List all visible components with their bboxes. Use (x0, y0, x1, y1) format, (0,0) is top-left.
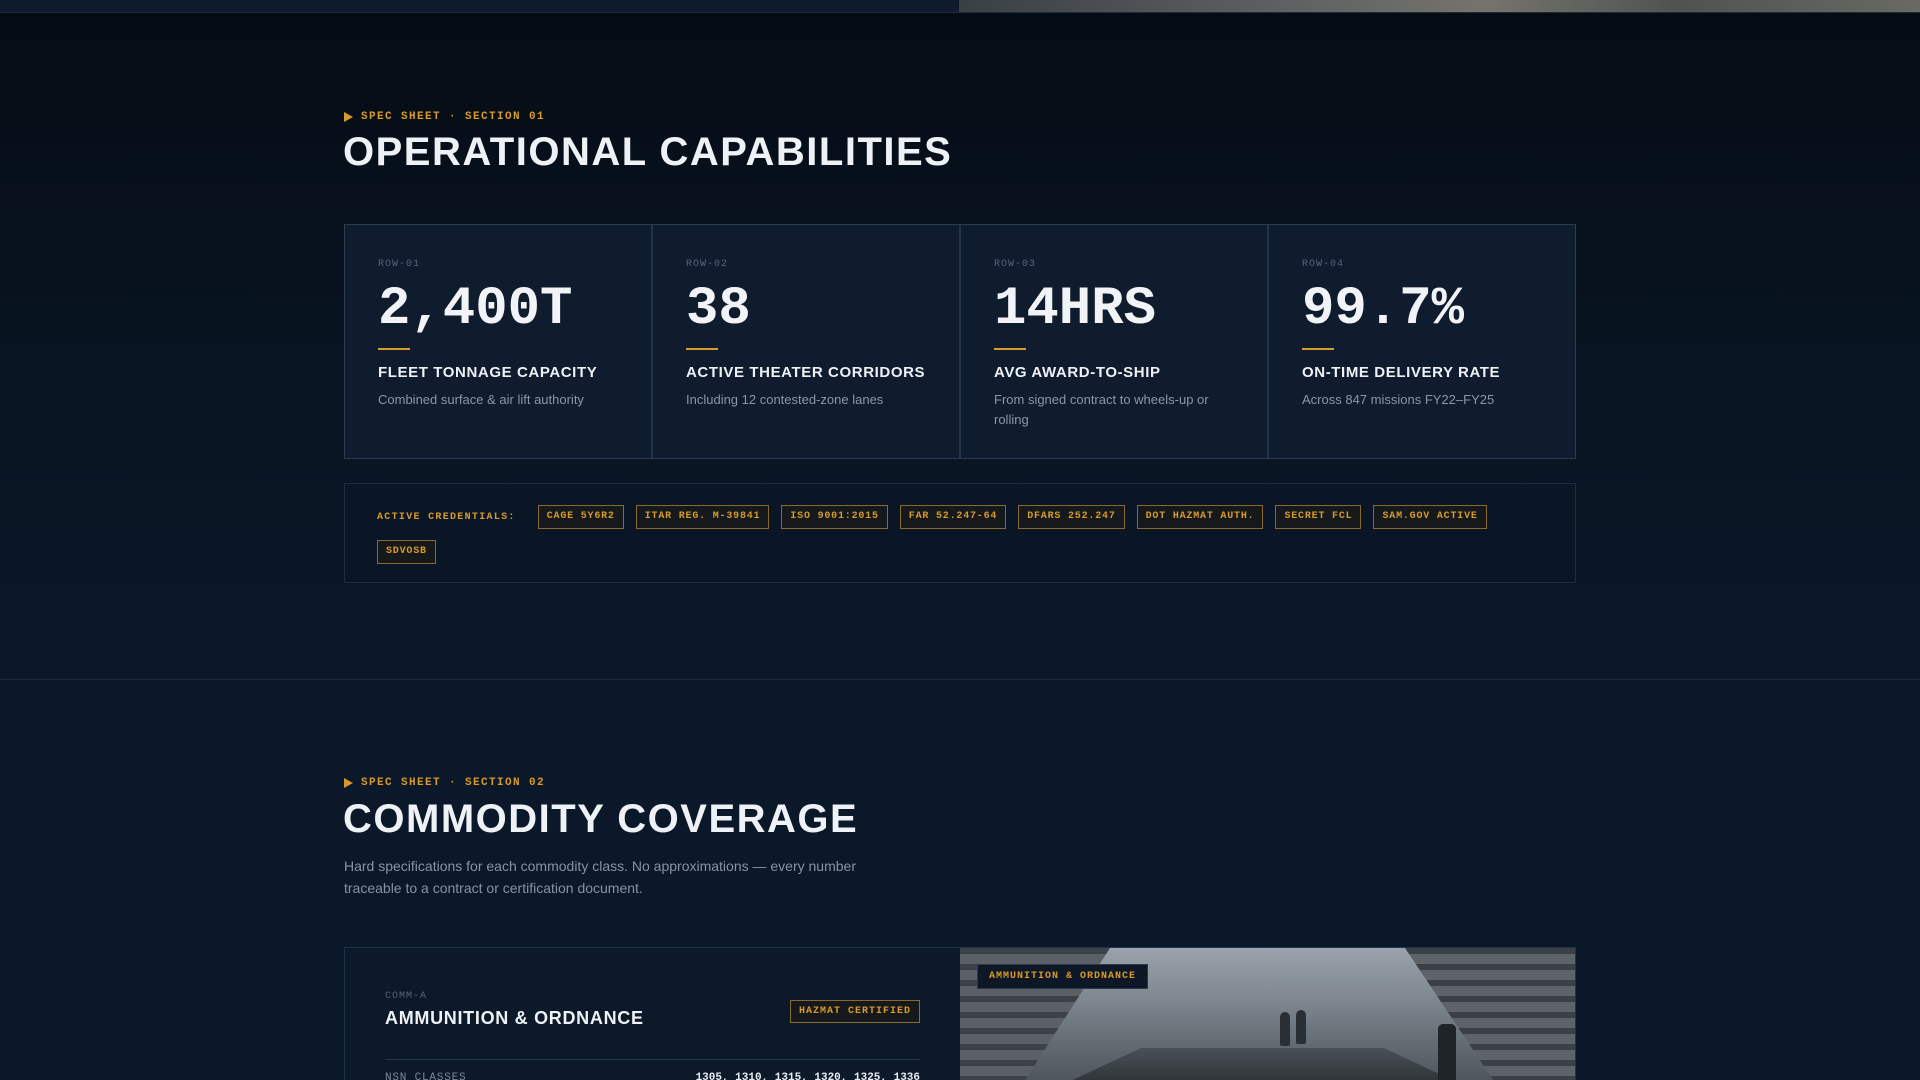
metric-card: ROW-01 2,400T FLEET TONNAGE CAPACITY Com… (345, 225, 653, 458)
credential-tag: ISO 9001:2015 (781, 505, 888, 529)
nsn-label: NSN CLASSES (385, 1072, 467, 1080)
row-label: ROW-02 (686, 259, 729, 270)
credential-tag: FAR 52.247-64 (899, 505, 1007, 529)
metric-value: 2,400T (378, 279, 573, 340)
metric-value: 38 (686, 279, 751, 340)
credential-tag: ITAR REG. M-39841 (635, 505, 770, 529)
accent-rule (994, 348, 1026, 350)
credential-tag: SECRET FCL (1275, 505, 1362, 529)
operational-capabilities-section: SPEC SHEET · SECTION 01 OPERATIONAL CAPA… (0, 13, 1920, 680)
accent-rule (686, 348, 718, 350)
cargo-pallets (1060, 1048, 1465, 1080)
metric-title: ACTIVE THEATER CORRIDORS (686, 364, 926, 381)
commodity-coverage-section: SPEC SHEET · SECTION 02 COMMODITY COVERA… (0, 681, 1920, 1080)
metric-title: FLEET TONNAGE CAPACITY (378, 364, 598, 381)
section-title: COMMODITY COVERAGE (343, 797, 859, 841)
metric-value: 14HRS (994, 279, 1157, 340)
section-title: OPERATIONAL CAPABILITIES (343, 130, 953, 174)
credential-tag: CAGE 5Y6R2 (537, 505, 624, 529)
metric-card: ROW-03 14HRS AVG AWARD-TO-SHIP From sign… (961, 225, 1269, 458)
credential-tag: SDVOSB (377, 540, 436, 564)
credentials-label: ACTIVE CREDENTIALS: (377, 511, 516, 523)
triangle-icon (344, 112, 353, 122)
divider (385, 1059, 920, 1060)
nsn-value: 1305, 1310, 1315, 1320, 1325, 1336 (695, 1072, 920, 1080)
hero-image-edge (959, 0, 1920, 12)
accent-rule (378, 348, 410, 350)
person-figure (1296, 1010, 1306, 1044)
metric-title: ON-TIME DELIVERY RATE (1302, 364, 1501, 381)
row-label: ROW-03 (994, 259, 1037, 270)
hazmat-badge: HAZMAT CERTIFIED (789, 1000, 920, 1023)
commodity-card: COMM-A AMMUNITION & ORDNANCE HAZMAT CERT… (344, 947, 1576, 1080)
cargo-wall-right (1405, 948, 1575, 1080)
section-eyebrow: SPEC SHEET · SECTION 02 (344, 777, 545, 789)
person-figure (1280, 1012, 1290, 1046)
row-label: ROW-01 (378, 259, 421, 270)
metric-title: AVG AWARD-TO-SHIP (994, 364, 1161, 381)
cargo-hold-photo: AMMUNITION & ORDNANCE (960, 948, 1575, 1080)
metric-description: Combined surface & air lift authority (378, 392, 584, 407)
row-label: ROW-04 (1302, 259, 1345, 270)
credential-tag: SAM.GOV ACTIVE (1373, 505, 1487, 529)
section-subtitle: Hard specifications for each commodity c… (344, 858, 856, 896)
photo-tag: AMMUNITION & ORDNANCE (977, 964, 1149, 989)
metrics-grid: ROW-01 2,400T FLEET TONNAGE CAPACITY Com… (344, 224, 1576, 459)
accent-rule (1302, 348, 1334, 350)
credential-tag: DOT HAZMAT AUTH. (1136, 505, 1264, 529)
commodity-info: COMM-A AMMUNITION & ORDNANCE HAZMAT CERT… (345, 948, 960, 1080)
nsn-classes-row: NSN CLASSES 1305, 1310, 1315, 1320, 1325… (385, 1072, 920, 1080)
metric-card: ROW-02 38 ACTIVE THEATER CORRIDORS Inclu… (653, 225, 961, 458)
metric-description: Including 12 contested-zone lanes (686, 392, 884, 407)
eyebrow-label: SPEC SHEET · SECTION 01 (361, 111, 546, 123)
metric-value: 99.7% (1302, 279, 1465, 340)
eyebrow-label: SPEC SHEET · SECTION 02 (361, 777, 546, 789)
triangle-icon (344, 778, 353, 788)
metric-description: Across 847 missions FY22–FY25 (1302, 392, 1495, 407)
section-eyebrow: SPEC SHEET · SECTION 01 (344, 111, 545, 123)
person-figure (1438, 1024, 1456, 1080)
credentials-panel: ACTIVE CREDENTIALS: CAGE 5Y6R2 ITAR REG.… (344, 483, 1576, 583)
metric-description: From signed contract to wheels-up or rol… (994, 392, 1209, 427)
metric-card: ROW-04 99.7% ON-TIME DELIVERY RATE Acros… (1269, 225, 1575, 458)
previous-section-strip (0, 0, 1920, 13)
credential-tag: DFARS 252.247 (1018, 505, 1125, 529)
